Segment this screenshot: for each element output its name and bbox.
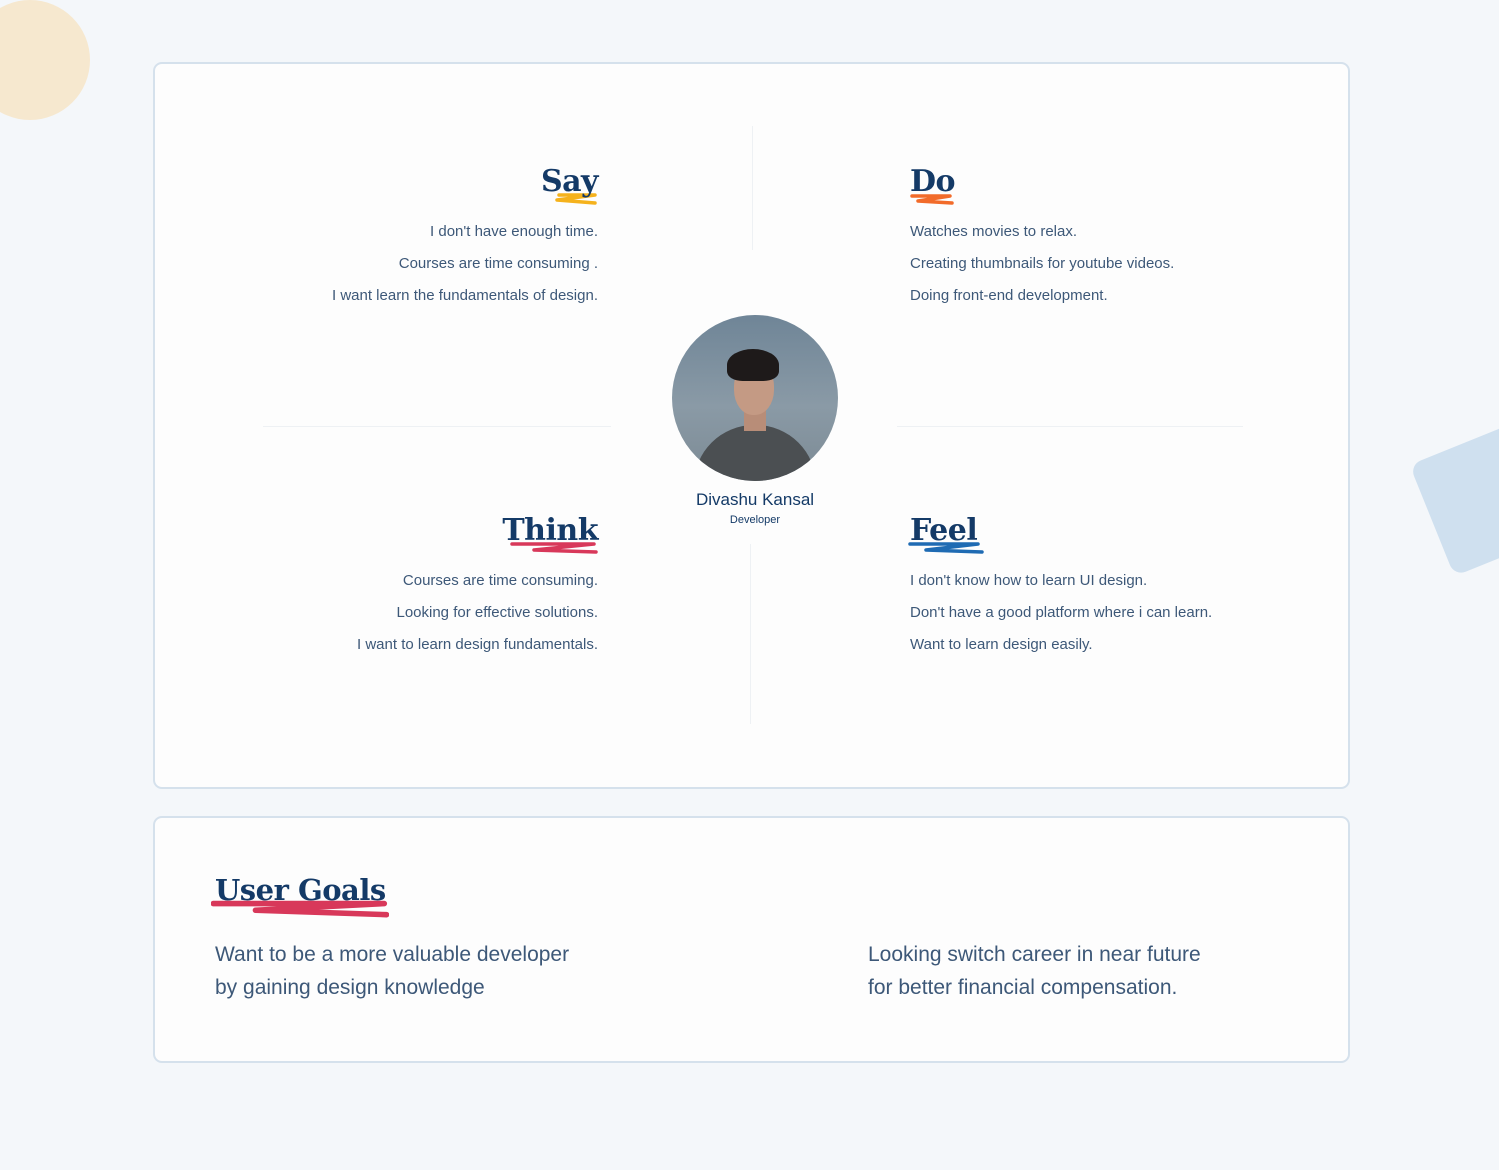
- user-goals-card: User Goals Want to be a more valuable de…: [153, 816, 1350, 1063]
- list-item: Creating thumbnails for youtube videos.: [910, 255, 1175, 272]
- avatar-body: [694, 425, 816, 481]
- quadrant-feel: Feel I don't know how to learn UI design…: [908, 513, 1310, 661]
- say-heading: Say: [540, 164, 599, 205]
- list-item: I don't have enough time.: [430, 223, 598, 240]
- divider-horizontal-right: [897, 426, 1243, 427]
- do-heading: Do: [910, 164, 956, 205]
- avatar: [672, 315, 838, 481]
- quadrant-think: Think Courses are time consuming. Lookin…: [255, 513, 598, 661]
- think-list: Courses are time consuming. Looking for …: [255, 565, 598, 661]
- list-item: I don't know how to learn UI design.: [910, 572, 1148, 589]
- divider-vertical-top: [752, 126, 753, 250]
- user-goals-title: User Goals: [215, 873, 386, 907]
- empathy-map-card: Say I don't have enough time. Courses ar…: [153, 62, 1350, 789]
- list-item: Courses are time consuming .: [398, 255, 598, 272]
- feel-list: I don't know how to learn UI design. Don…: [910, 565, 1310, 661]
- list-item: Don't have a good platform where i can l…: [910, 604, 1213, 621]
- list-item: Want to learn design easily.: [910, 636, 1093, 653]
- user-goals-heading: User Goals: [211, 872, 389, 918]
- list-item: Looking for effective solutions.: [396, 604, 598, 621]
- goal-item: Looking switch career in near future for…: [868, 943, 1201, 999]
- divider-horizontal-left: [263, 426, 611, 427]
- think-heading: Think: [502, 513, 598, 554]
- decorative-circle: [0, 0, 90, 120]
- divider-vertical-bottom: [750, 544, 751, 724]
- think-title: Think: [502, 513, 598, 548]
- feel-heading: Feel: [908, 513, 984, 554]
- goal-item: Want to be a more valuable developer by …: [215, 943, 570, 999]
- list-item: Courses are time consuming.: [402, 572, 598, 589]
- persona-role: Developer: [729, 514, 781, 526]
- quadrant-do: Do Watches movies to relax. Creating thu…: [910, 164, 1290, 312]
- quadrant-say: Say I don't have enough time. Courses ar…: [255, 164, 599, 312]
- avatar-hair: [727, 349, 779, 381]
- list-item: Doing front-end development.: [910, 287, 1108, 304]
- list-item: Watches movies to relax.: [910, 223, 1077, 240]
- persona-name: Divashu Kansal: [695, 490, 815, 509]
- say-title: Say: [540, 164, 599, 199]
- do-list: Watches movies to relax. Creating thumbn…: [910, 216, 1290, 312]
- decorative-square: [1409, 423, 1499, 577]
- list-item: I want learn the fundamentals of design.: [331, 287, 598, 304]
- feel-title: Feel: [910, 513, 978, 548]
- list-item: I want to learn design fundamentals.: [357, 636, 598, 653]
- do-title: Do: [910, 164, 956, 199]
- say-list: I don't have enough time. Courses are ti…: [255, 216, 598, 312]
